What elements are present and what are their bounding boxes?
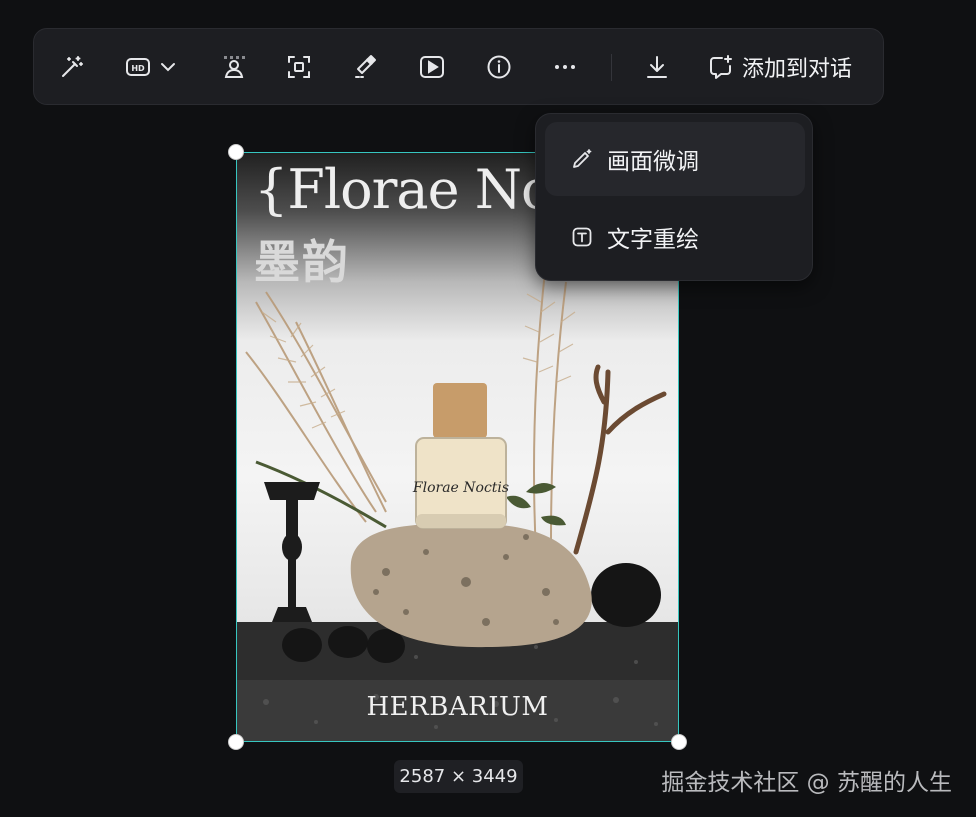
add-to-chat-button[interactable]: 添加到对话 bbox=[708, 48, 868, 86]
menu-item-label: 文字重绘 bbox=[607, 227, 699, 253]
chat-add-icon bbox=[710, 55, 732, 79]
focus-frame-icon bbox=[288, 56, 310, 78]
play-video-button[interactable] bbox=[412, 48, 452, 86]
more-icon bbox=[555, 65, 575, 69]
resize-handle-bottom-right[interactable] bbox=[671, 734, 687, 750]
add-to-chat-label: 添加到对话 bbox=[742, 57, 853, 82]
play-icon bbox=[420, 56, 444, 78]
menu-item-label: 画面微调 bbox=[607, 149, 699, 175]
info-icon bbox=[487, 55, 511, 79]
hd-icon: HD bbox=[126, 58, 150, 76]
person-cutout-button[interactable] bbox=[214, 48, 254, 86]
bottle-label: Florae Noctis bbox=[412, 480, 509, 496]
pencil-sparkle-icon bbox=[573, 149, 592, 168]
download-button[interactable] bbox=[637, 48, 677, 86]
more-menu: 画面微调 文字重绘 bbox=[535, 113, 813, 281]
resize-handle-top-left[interactable] bbox=[228, 144, 244, 160]
chevron-down-icon bbox=[161, 63, 175, 72]
eraser-icon bbox=[355, 55, 376, 78]
person-cutout-icon bbox=[224, 56, 245, 78]
magic-wand-icon bbox=[62, 56, 83, 77]
eraser-button[interactable] bbox=[346, 48, 386, 86]
image-toolbar: HD 添加到对话 bbox=[33, 28, 884, 105]
watermark: 掘金技术社区 @ 苏醒的人生 bbox=[661, 770, 952, 796]
magic-wand-button[interactable] bbox=[52, 48, 92, 86]
text-box-icon bbox=[572, 227, 592, 247]
resize-handle-bottom-left[interactable] bbox=[228, 734, 244, 750]
more-button[interactable] bbox=[545, 48, 585, 86]
poster-brand: HERBARIUM bbox=[366, 692, 549, 722]
focus-frame-button[interactable] bbox=[279, 48, 319, 86]
svg-text:HD: HD bbox=[131, 64, 145, 73]
toolbar-divider bbox=[611, 54, 612, 81]
poster-title: {Florae Noc bbox=[254, 158, 583, 221]
info-button[interactable] bbox=[479, 48, 519, 86]
menu-item-text-redraw[interactable]: 文字重绘 bbox=[545, 200, 805, 274]
image-dimensions: 2587 × 3449 bbox=[394, 760, 523, 793]
poster-chinese-title: 墨韵 bbox=[254, 235, 350, 289]
download-icon bbox=[647, 56, 667, 78]
menu-item-fine-tune[interactable]: 画面微调 bbox=[545, 122, 805, 196]
hd-upscale-button[interactable]: HD bbox=[120, 48, 182, 86]
